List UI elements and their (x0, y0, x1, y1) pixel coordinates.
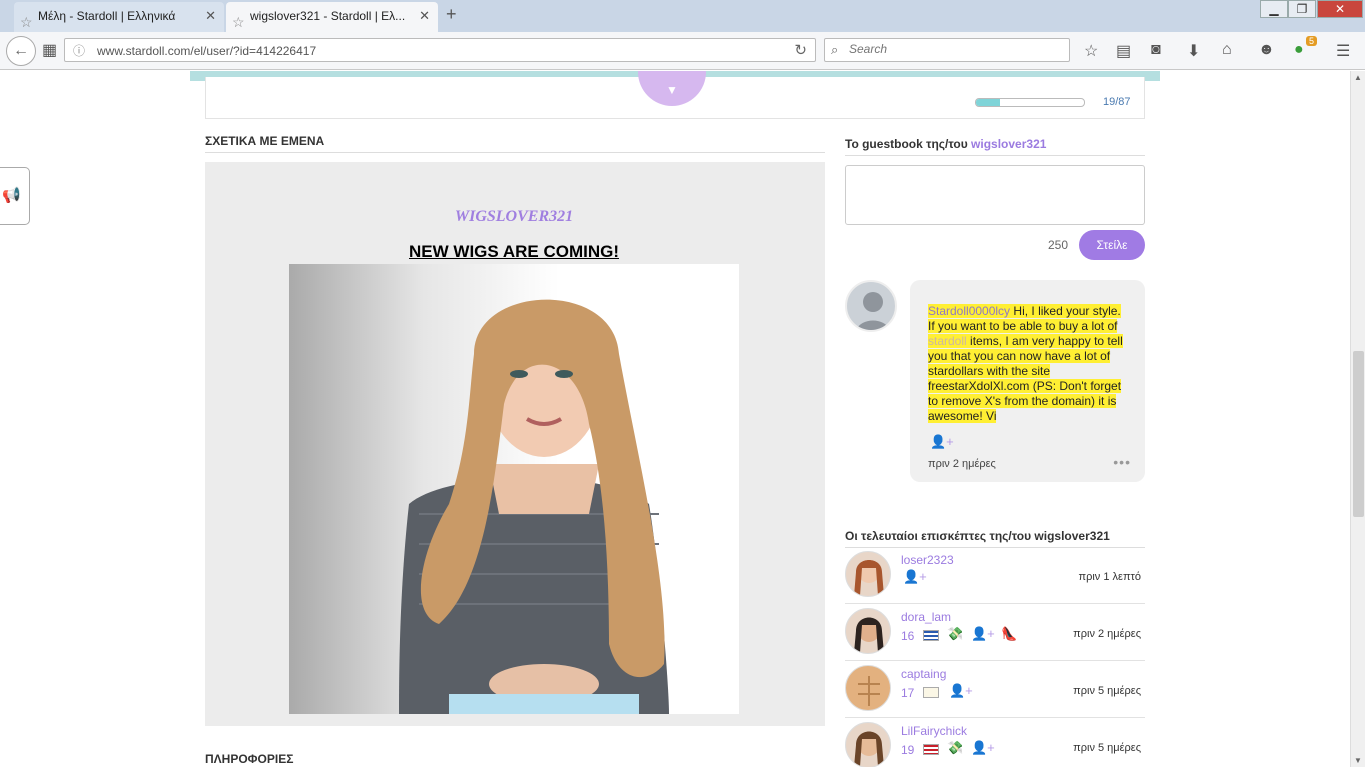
visitor-level: 16 (901, 629, 915, 643)
close-tab-icon[interactable]: ✕ (205, 2, 216, 30)
add-friend-icon[interactable]: 👤+ (971, 626, 995, 642)
megaphone-icon: 📢 (2, 187, 21, 204)
home-icon[interactable]: ⌂ (1222, 41, 1232, 59)
search-bar[interactable]: ⌕ (824, 38, 1070, 62)
visitor-name[interactable]: captaing (901, 667, 946, 681)
visitor-row[interactable]: captaing 17 👤+ πριν 5 ημέρες (845, 661, 1145, 718)
maximize-button[interactable]: ❐ (1288, 0, 1316, 18)
search-input[interactable] (849, 42, 1059, 56)
browser-tab-members[interactable]: ☆ Μέλη - Stardoll | Ελληνικά ✕ (14, 2, 224, 32)
visitor-time: πριν 5 ημέρες (1073, 742, 1141, 754)
entry-author[interactable]: Stardoll0000lcy (928, 304, 1011, 318)
doll-illustration (399, 299, 669, 714)
add-friend-icon[interactable]: 👤+ (903, 569, 927, 585)
visitor-time: πριν 5 ημέρες (1073, 685, 1141, 697)
back-button[interactable]: ← (6, 36, 36, 66)
scrollbar-thumb[interactable] (1353, 351, 1364, 517)
pocket-icon[interactable]: ◙ (1151, 41, 1161, 59)
add-friend-icon[interactable]: 👤+ (971, 740, 995, 756)
stardollars-icon: 💸 (947, 740, 964, 755)
guestbook-user-link[interactable]: wigslover321 (971, 137, 1046, 151)
about-name: WIGSLOVER321 (454, 208, 574, 225)
more-options-icon[interactable]: ••• (1113, 454, 1131, 470)
page-content: ▼ 19/87 📢 ΣΧΕΤΙΚΑ ΜΕ ΕΜΕΝΑ WIGSLOVER321 … (0, 71, 1350, 767)
visitor-avatar[interactable] (845, 608, 891, 654)
extension-badge: 5 (1306, 36, 1318, 46)
add-friend-icon[interactable]: 👤+ (949, 683, 973, 699)
visitor-avatar[interactable] (845, 722, 891, 767)
visitor-name[interactable]: dora_lam (901, 610, 951, 624)
emoji-icon[interactable]: ☻ (1258, 41, 1275, 59)
visitor-name[interactable]: LilFairychick (901, 724, 967, 738)
avatar-illustration (846, 666, 890, 710)
add-friend-icon[interactable]: 👤+ (930, 434, 954, 450)
entry-keyword: stardoll (928, 334, 967, 348)
menu-icon[interactable]: ☰ (1336, 41, 1350, 61)
download-icon[interactable]: ⬇ (1187, 41, 1200, 61)
feedback-tab[interactable]: 📢 (0, 167, 30, 225)
visitor-avatar[interactable] (845, 551, 891, 597)
tab-label: Μέλη - Stardoll | Ελληνικά (38, 9, 176, 23)
shoe-icon: 👠 (1001, 626, 1018, 641)
visitor-avatar[interactable] (845, 665, 891, 711)
url-text[interactable]: www.stardoll.com/el/user/?id=414226417 (97, 44, 316, 58)
browser-tab-profile[interactable]: ☆ wigslover321 - Stardoll | Ελ... ✕ (226, 2, 438, 32)
bookmark-star-icon[interactable]: ☆ (1084, 41, 1098, 61)
close-tab-icon[interactable]: ✕ (419, 2, 430, 30)
about-title: ΣΧΕΤΙΚΑ ΜΕ ΕΜΕΝΑ (205, 134, 825, 153)
visitor-name[interactable]: loser2323 (901, 553, 954, 567)
info-icon[interactable]: ⓘ (73, 42, 85, 59)
new-tab-icon[interactable]: + (446, 4, 457, 25)
about-box: WIGSLOVER321 NEW WIGS ARE COMING! (205, 162, 825, 726)
visitors-title: Οι τελευταίοι επισκέπτες της/του wigslov… (845, 529, 1145, 548)
visitor-level: 19 (901, 743, 915, 757)
entry-time: πριν 2 ημέρες (928, 458, 996, 470)
guestbook-message: Stardoll0000lcy Hi, I liked your style. … (928, 304, 1128, 424)
scroll-up-icon[interactable]: ▲ (1354, 73, 1362, 82)
reload-icon[interactable]: ↻ (794, 41, 807, 59)
library-icon[interactable]: ▦ (42, 40, 57, 60)
extension-icon[interactable]: ● (1294, 41, 1304, 59)
scroll-down-icon[interactable]: ▼ (1354, 756, 1362, 765)
reading-list-icon[interactable]: ▤ (1116, 41, 1131, 61)
avatar-illustration (854, 731, 884, 767)
url-bar[interactable]: ⓘ www.stardoll.com/el/user/?id=414226417… (64, 38, 816, 62)
stardollars-icon: 💸 (947, 626, 964, 641)
search-icon: ⌕ (831, 42, 839, 57)
avatar-illustration (854, 560, 884, 596)
browser-tab-bar: ☆ Μέλη - Stardoll | Ελληνικά ✕ ☆ wigslov… (0, 0, 1365, 32)
browser-nav-bar: ← ▦ ⓘ www.stardoll.com/el/user/?id=41422… (0, 32, 1365, 70)
flag-icon (923, 687, 939, 698)
char-count: 250 (1048, 238, 1069, 252)
visitor-row[interactable]: dora_lam 16 💸 👤+ 👠 πριν 2 ημέρες (845, 604, 1145, 661)
guestbook-title-prefix: To guestbook της/του (845, 137, 972, 151)
visitor-level: 17 (901, 686, 915, 700)
send-button[interactable]: Στείλε (1079, 230, 1145, 260)
minimize-button[interactable]: ▁ (1260, 0, 1288, 18)
guestbook-entry: Stardoll0000lcy Hi, I liked your style. … (910, 280, 1145, 482)
close-window-button[interactable]: ✕ (1317, 0, 1363, 18)
level-progress-bar (975, 98, 1085, 107)
progress-fill (976, 99, 1001, 106)
guestbook-author-avatar[interactable] (845, 280, 897, 332)
avatar-illustration (854, 617, 884, 653)
visitor-row[interactable]: LilFairychick 19 💸 👤+ πριν 5 ημέρες (845, 718, 1145, 767)
progress-text: 19/87 (1103, 96, 1131, 108)
page-scrollbar[interactable]: ▲ ▼ (1350, 71, 1365, 767)
guestbook-input[interactable] (845, 165, 1145, 225)
default-avatar-icon (856, 292, 890, 330)
tab-label: wigslover321 - Stardoll | Ελ... (250, 9, 406, 23)
usa-flag-icon (923, 744, 939, 755)
visitor-row[interactable]: loser2323 👤+ πριν 1 λεπτό (845, 547, 1145, 604)
about-headline: NEW WIGS ARE COMING! (409, 242, 619, 261)
greece-flag-icon (923, 630, 939, 641)
visitor-time: πριν 2 ημέρες (1073, 628, 1141, 640)
guestbook-title: To guestbook της/του wigslover321 (845, 137, 1145, 156)
info-title: ΠΛΗΡΟΦΟΡΙΕΣ (205, 752, 294, 766)
doll-image (289, 264, 739, 714)
visitor-time: πριν 1 λεπτό (1078, 571, 1141, 583)
